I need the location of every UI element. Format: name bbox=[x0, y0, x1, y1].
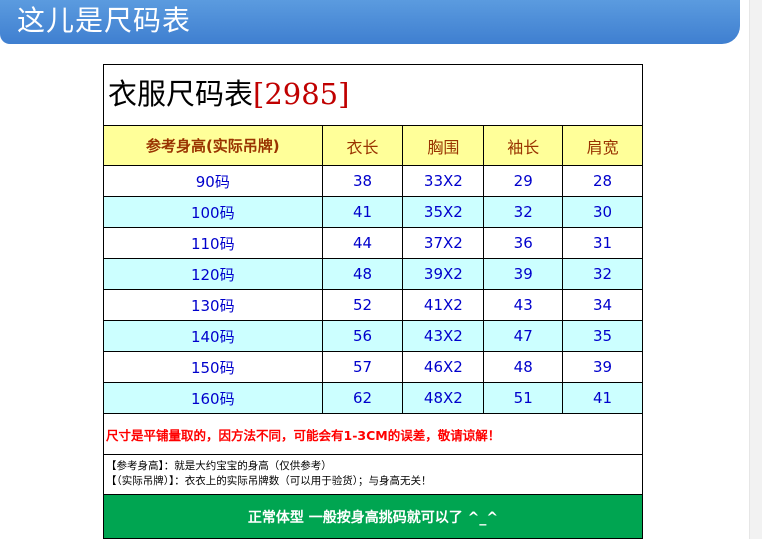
cell-chest: 43X2 bbox=[403, 321, 485, 351]
cell-chest: 41X2 bbox=[403, 290, 485, 320]
cell-shoulder: 32 bbox=[593, 265, 613, 283]
cell-size: 120码 bbox=[104, 259, 323, 289]
cell-chest: 33X2 bbox=[403, 166, 485, 196]
cell-chest: 48X2 bbox=[403, 383, 485, 413]
cell-length: 44 bbox=[323, 228, 404, 258]
cell-size: 150码 bbox=[104, 352, 323, 382]
cell-shoulder: 35 bbox=[593, 327, 613, 345]
cell-shoulder: 39 bbox=[593, 358, 613, 376]
header-length: 衣长 bbox=[323, 126, 404, 165]
cell-sleeve: 39 bbox=[484, 259, 564, 289]
table-row: 110码 44 37X2 36 31 bbox=[104, 228, 642, 259]
table-header-row: 参考身高(实际吊牌) 衣长 胸围 袖长 肩宽 bbox=[104, 126, 642, 166]
cell-length: 41 bbox=[323, 197, 404, 227]
cell-shoulder: 41 bbox=[593, 389, 613, 407]
cell-chest: 35X2 bbox=[403, 197, 485, 227]
table-row: 150码 57 46X2 48 39 bbox=[104, 352, 642, 383]
size-chart-table: 衣服尺码表[2985] 参考身高(实际吊牌) 衣长 胸围 袖长 肩宽 90码 3… bbox=[103, 64, 643, 539]
cell-shoulder: 28 bbox=[593, 172, 613, 190]
cell-sleeve: 43 bbox=[484, 290, 564, 320]
table-title: 衣服尺码表[2985] bbox=[108, 77, 349, 111]
header-chest: 胸围 bbox=[403, 126, 485, 165]
notes-section: 【参考身高】：就是大约宝宝的身高（仅供参考） 【（实际吊牌）】：衣衣上的实际吊牌… bbox=[104, 455, 642, 495]
footer-banner: 正常体型 一般按身高挑码就可以了 ^_^ bbox=[104, 495, 642, 538]
cell-sleeve: 51 bbox=[484, 383, 564, 413]
cell-length: 38 bbox=[323, 166, 404, 196]
cell-shoulder: 30 bbox=[593, 203, 613, 221]
cell-sleeve: 47 bbox=[484, 321, 564, 351]
cell-chest: 39X2 bbox=[403, 259, 485, 289]
table-row: 90码 38 33X2 29 28 bbox=[104, 166, 642, 197]
header-sleeve: 袖长 bbox=[484, 126, 564, 165]
cell-length: 48 bbox=[323, 259, 404, 289]
cell-shoulder: 34 bbox=[593, 296, 613, 314]
cell-length: 57 bbox=[323, 352, 404, 382]
header-shoulder: 肩宽 bbox=[586, 137, 619, 157]
cell-length: 52 bbox=[323, 290, 404, 320]
header-height: 参考身高(实际吊牌) bbox=[104, 126, 323, 165]
cell-sleeve: 32 bbox=[484, 197, 564, 227]
table-row: 100码 41 35X2 32 30 bbox=[104, 197, 642, 228]
note-height: 【参考身高】：就是大约宝宝的身高（仅供参考） bbox=[106, 460, 332, 472]
product-code: [2985] bbox=[253, 77, 350, 111]
cell-size: 90码 bbox=[104, 166, 323, 196]
table-row: 140码 56 43X2 47 35 bbox=[104, 321, 642, 352]
page: 这儿是尺码表 衣服尺码表[2985] 参考身高(实际吊牌) 衣长 胸围 袖长 肩… bbox=[0, 0, 762, 539]
banner-title: 这儿是尺码表 bbox=[17, 4, 192, 37]
table-title-row: 衣服尺码表[2985] bbox=[104, 65, 642, 126]
note-tag: 【（实际吊牌）】：衣衣上的实际吊牌数（可以用于验货）；与身高无关！ bbox=[106, 475, 432, 487]
table-row: 160码 62 48X2 51 41 bbox=[104, 383, 642, 414]
cell-shoulder: 31 bbox=[593, 234, 613, 252]
banner: 这儿是尺码表 bbox=[0, 0, 740, 44]
table-title-text: 衣服尺码表 bbox=[108, 77, 254, 111]
cell-size: 100码 bbox=[104, 197, 323, 227]
cell-length: 56 bbox=[323, 321, 404, 351]
cell-chest: 46X2 bbox=[403, 352, 485, 382]
cell-chest: 37X2 bbox=[403, 228, 485, 258]
scrollbar[interactable] bbox=[749, 0, 762, 539]
cell-length: 62 bbox=[323, 383, 404, 413]
cell-sleeve: 48 bbox=[484, 352, 564, 382]
cell-sleeve: 36 bbox=[484, 228, 564, 258]
cell-size: 140码 bbox=[104, 321, 323, 351]
measurement-warning: 尺寸是平铺量取的，因方法不同，可能会有1-3CM的误差，敬请谅解！ bbox=[104, 414, 642, 455]
cell-size: 160码 bbox=[104, 383, 323, 413]
cell-size: 110码 bbox=[104, 228, 323, 258]
table-row: 120码 48 39X2 39 32 bbox=[104, 259, 642, 290]
cell-size: 130码 bbox=[104, 290, 323, 320]
cell-sleeve: 29 bbox=[484, 166, 564, 196]
table-row: 130码 52 41X2 43 34 bbox=[104, 290, 642, 321]
